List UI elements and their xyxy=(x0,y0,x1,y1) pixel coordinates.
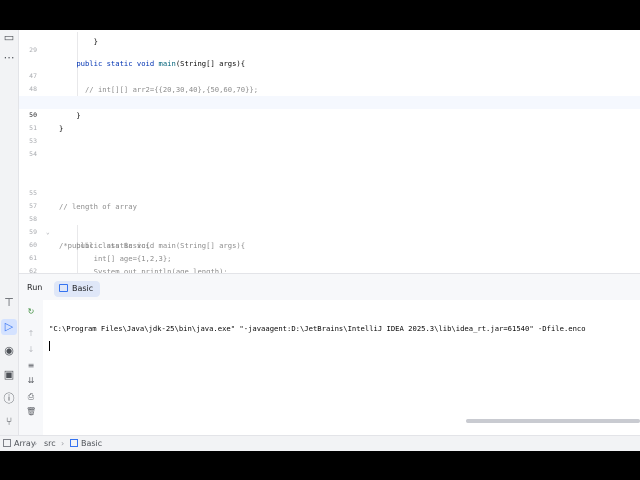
code-line: 53 xyxy=(19,122,640,145)
text-caret xyxy=(49,341,50,351)
down-arrow-icon[interactable]: ↓ xyxy=(26,345,36,355)
code-text: System.out.println(age.length); xyxy=(59,267,228,273)
more-tools-icon[interactable]: ⋯ xyxy=(1,50,17,66)
up-arrow-icon[interactable]: ↑ xyxy=(26,329,36,339)
ide-window: ▭ ⋯ ⊤ ▷ ◉ ▣ ⓘ ⑂ 29 public static void ma… xyxy=(0,30,640,451)
tool-window-strip: ▭ ⋯ ⊤ ▷ ◉ ▣ ⓘ ⑂ xyxy=(0,30,19,451)
breadcrumb-item-array[interactable]: Array xyxy=(3,436,36,451)
soft-wrap-icon[interactable]: ≡ xyxy=(26,361,36,371)
run-tool-icon[interactable]: ▷ xyxy=(1,319,17,335)
code-line: 51 xyxy=(19,109,640,132)
code-line: 58 ⌄ /*public class Basic{ xyxy=(19,200,640,250)
class-icon xyxy=(70,438,78,447)
line-number: 62 xyxy=(29,267,37,273)
code-line: 62 } xyxy=(19,252,640,273)
code-line: 48 System.out.print(arr2[1][0]); xyxy=(19,70,640,107)
chevron-right-icon: › xyxy=(34,439,38,448)
chevron-right-icon: › xyxy=(61,439,65,448)
code-line: 59 public static void main(String[] args… xyxy=(19,213,640,250)
breadcrumb-label: Basic xyxy=(81,439,103,448)
module-icon xyxy=(3,438,11,447)
rerun-icon[interactable]: ↻ xyxy=(26,307,36,317)
code-line: 47 // int[][] arr2={{20,30,40},{50,60,70… xyxy=(19,57,640,94)
run-panel: Run Basic ↻ ◘ ⇲ ⋮ ↑ ↓ ≡ ⇊ ⎙ 🗑 "C:\Progra… xyxy=(19,273,640,451)
code-text: } xyxy=(59,37,98,46)
terminal-icon[interactable]: ▣ xyxy=(1,367,17,383)
code-line: 60 int[] age={1,2,3}; xyxy=(19,226,640,263)
project-icon[interactable]: ▭ xyxy=(1,30,17,46)
run-config-icon xyxy=(59,283,68,292)
line-number: 54 xyxy=(29,150,37,158)
trash-icon[interactable]: 🗑 xyxy=(26,407,36,417)
git-icon[interactable]: ⑂ xyxy=(1,414,17,430)
breadcrumb-item-basic[interactable]: Basic xyxy=(70,436,102,451)
build-icon[interactable]: ⊤ xyxy=(1,295,17,311)
code-line: 57 xyxy=(19,187,640,210)
console-command-line: "C:\Program Files\Java\jdk-25\bin\java.e… xyxy=(49,324,586,333)
code-line: 55 // length of array xyxy=(19,174,640,211)
services-icon[interactable]: ◉ xyxy=(1,343,17,359)
problems-icon[interactable]: ⓘ xyxy=(1,391,17,407)
code-line: 54 xyxy=(19,135,640,158)
status-bar: Array › src › Basic xyxy=(0,435,640,451)
scroll-to-end-icon[interactable]: ⇊ xyxy=(26,376,36,386)
horizontal-scrollbar[interactable] xyxy=(466,419,640,423)
code-line: 61 System.out.println(age.length); xyxy=(19,239,640,273)
code-line-current: 50 } xyxy=(19,96,640,133)
run-panel-title: Run xyxy=(27,283,43,292)
code-line-partial: } xyxy=(19,37,640,49)
tab-basic[interactable]: Basic xyxy=(54,281,101,297)
breadcrumb-label: Array xyxy=(14,439,36,448)
breadcrumb-item-src[interactable]: src xyxy=(44,436,56,451)
code-editor[interactable]: 29 public static void main(String[] args… xyxy=(19,30,640,273)
tab-label: Basic xyxy=(72,284,94,293)
code-line: 49 } xyxy=(19,83,640,120)
print-icon[interactable]: ⎙ xyxy=(26,392,36,402)
breadcrumb-label: src xyxy=(44,439,56,448)
console-output[interactable]: "C:\Program Files\Java\jdk-25\bin\java.e… xyxy=(43,300,640,451)
